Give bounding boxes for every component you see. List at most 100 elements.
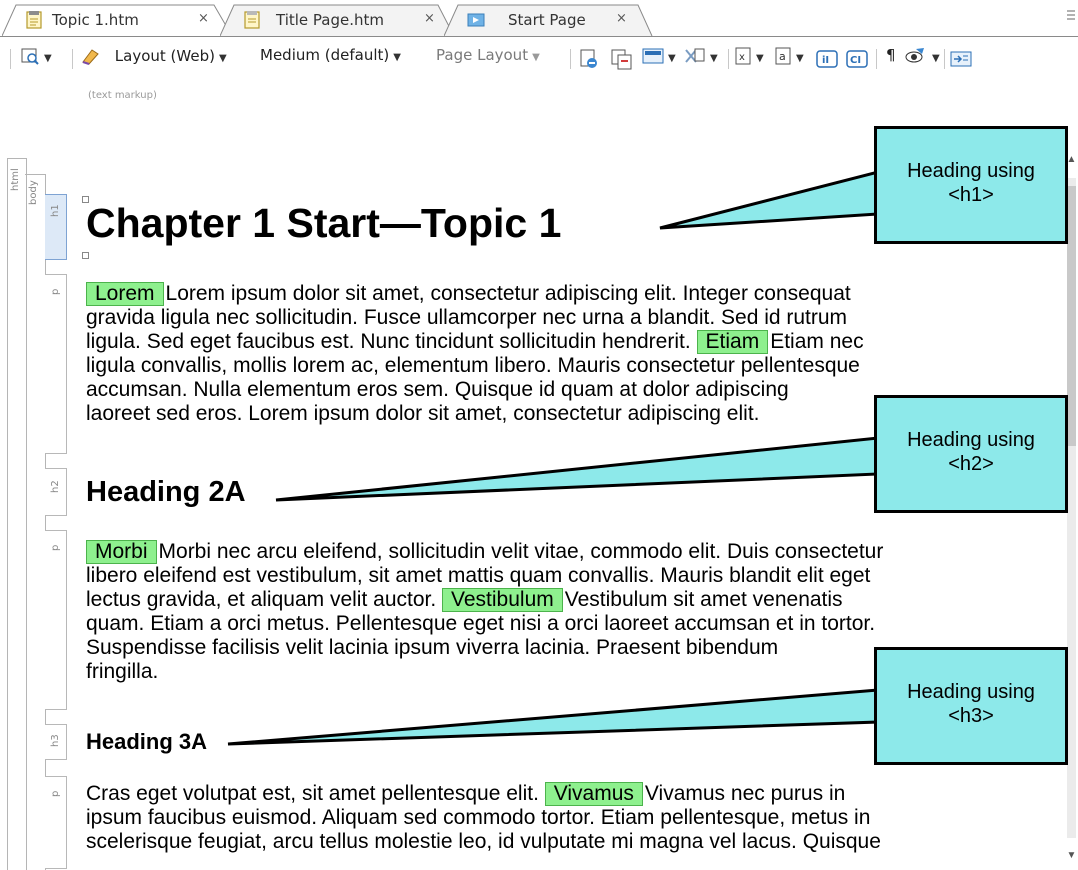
close-icon[interactable]: × [198,11,209,26]
insert-link-icon[interactable] [578,46,600,72]
insert-image-button[interactable]: ▼ [642,46,676,72]
structure-block-p[interactable]: p [45,274,67,454]
line-text: Vivamus nec purus in [644,782,846,805]
toolbar-separator [10,49,11,69]
structure-bar-body[interactable]: body [25,174,46,870]
block-tag-label: h2 [50,480,61,493]
close-icon[interactable]: × [424,11,435,26]
structure-block-h1[interactable]: h1 [45,194,67,260]
image-icon [642,48,664,64]
variable-button[interactable]: ▼ [684,46,718,72]
paragraph-line: Lorem Lorem ipsum dolor sit amet, consect… [86,282,1026,306]
chevron-down-icon: ▼ [668,52,676,64]
callout-h2: Heading using <h2> [874,395,1068,513]
toolbar-separator [72,49,73,69]
conditions-button[interactable]: ▼ [904,46,940,72]
tab-strip: Topic 1.htm × Title Page.htm × Start Pag… [0,0,1078,37]
tab-start-page[interactable]: Start Page × [444,4,654,36]
page-layout-dropdown[interactable]: Page Layout ▼ [436,46,540,72]
toolbar-separator [570,49,571,69]
preview-icon [21,48,39,65]
page-layout-label: Page Layout [436,46,529,64]
toolbar-separator [944,49,945,69]
paragraph-3[interactable]: Cras eget volutpat est, sit amet pellent… [86,782,1026,854]
pilcrow-icon: ¶ [886,46,896,64]
structure-block-p[interactable]: p [45,776,67,869]
chevron-down-icon: ▼ [218,52,227,64]
marker-label: Vivamus [544,782,643,806]
svg-text:x: x [739,52,745,63]
insert-panel-icon[interactable] [950,46,972,72]
layout-web-dropdown[interactable]: Layout (Web) ▼ [80,46,227,72]
line-text: Morbi nec arcu eleifend, sollicitudin ve… [158,540,884,563]
paragraph-line: gravida ligula nec sollicitudin. Fusce u… [86,306,848,329]
close-icon[interactable]: × [616,11,627,26]
toolbar-separator [728,49,729,69]
scroll-thumb[interactable] [1067,186,1076,446]
index-entry-icon[interactable]: iI [816,46,838,72]
selection-handle[interactable] [82,252,89,259]
eye-icon [905,48,924,63]
variable-icon [685,48,705,63]
chevron-down-icon: ▼ [756,52,764,64]
line-text: Cras eget volutpat est, sit amet pellent… [86,782,545,805]
concept-icon[interactable]: CI [846,46,868,72]
callout-h3: Heading using <h3> [874,647,1068,765]
callout-text: <h2> [948,453,994,475]
paragraph-line: ligula. Sed eget faucibus est. Nunc tinc… [86,330,1026,354]
show-tags-button[interactable]: ¶ [886,46,896,72]
marker-label: Morbi [86,540,157,564]
html-tag-label: html [10,168,21,191]
preview-button[interactable]: ▼ [20,46,52,72]
scroll-down-icon[interactable]: ▼ [1065,850,1078,864]
structure-bar: html body h1 p h2 p h3 p [0,150,70,870]
layout-icon [82,49,99,65]
document-icon [26,11,42,29]
svg-text:a: a [779,50,786,63]
chevron-down-icon: ▼ [710,52,718,64]
tab-label: Title Page.htm [276,11,384,29]
heading-1[interactable]: Chapter 1 Start—Topic 1 [86,200,561,247]
chevron-down-icon: ▼ [796,52,804,64]
medium-dropdown[interactable]: Medium (default) ▼ [260,46,401,72]
callout-text: Heading using [907,160,1035,182]
block-tag-label: h1 [50,204,61,217]
callout-text: <h1> [948,184,994,206]
snippet-button[interactable]: x ▼ [734,46,764,72]
tab-label: Topic 1.htm [52,11,139,29]
toolbar-separator [876,49,877,69]
block-tag-label: p [50,544,61,551]
paragraph-line: ipsum faucibus euismod. Aliquam sed comm… [86,806,871,829]
paragraph-line: ligula convallis, mollis lorem ac, eleme… [86,354,860,377]
tab-label: Start Page [508,11,586,29]
structure-block-p[interactable]: p [45,530,67,710]
tab-topic-1[interactable]: Topic 1.htm × [2,4,234,36]
line-text: Lorem ipsum dolor sit amet, consectetur … [165,282,851,305]
document-icon [244,11,260,29]
structure-bar-html[interactable]: html [7,158,27,870]
callout-h1: Heading using <h1> [874,126,1068,244]
heading-3[interactable]: Heading 3A [86,729,207,755]
block-tag-label: p [50,288,61,295]
callout-text: Heading using [907,429,1035,451]
svg-text:iI: iI [822,55,829,66]
paragraph-line: quam. Etiam a orci metus. Pellentesque e… [86,612,876,635]
structure-block-h3[interactable]: h3 [45,724,67,760]
block-tag-label: h3 [50,734,61,747]
body-tag-label: body [28,180,39,205]
callout-text: Heading using [907,681,1035,703]
structure-block-h2[interactable]: h2 [45,468,67,516]
block-tag-label: p [50,790,61,797]
text-format-button[interactable]: a ▼ [774,46,804,72]
layout-web-label: Layout (Web) [114,46,215,65]
heading-2[interactable]: Heading 2A [86,476,246,509]
tab-overflow-icon[interactable] [1066,9,1076,23]
cross-reference-icon[interactable] [610,46,634,72]
line-text: ligula. Sed eget faucibus est. Nunc tinc… [86,330,697,353]
chevron-down-icon: ▼ [932,52,940,64]
marker-label: Vestibulum [442,588,563,612]
paragraph-line: Morbi Morbi nec arcu eleifend, sollicitud… [86,540,1026,564]
medium-label: Medium (default) [260,46,390,64]
tab-title-page[interactable]: Title Page.htm × [220,4,456,36]
chevron-down-icon: ▼ [532,52,540,63]
